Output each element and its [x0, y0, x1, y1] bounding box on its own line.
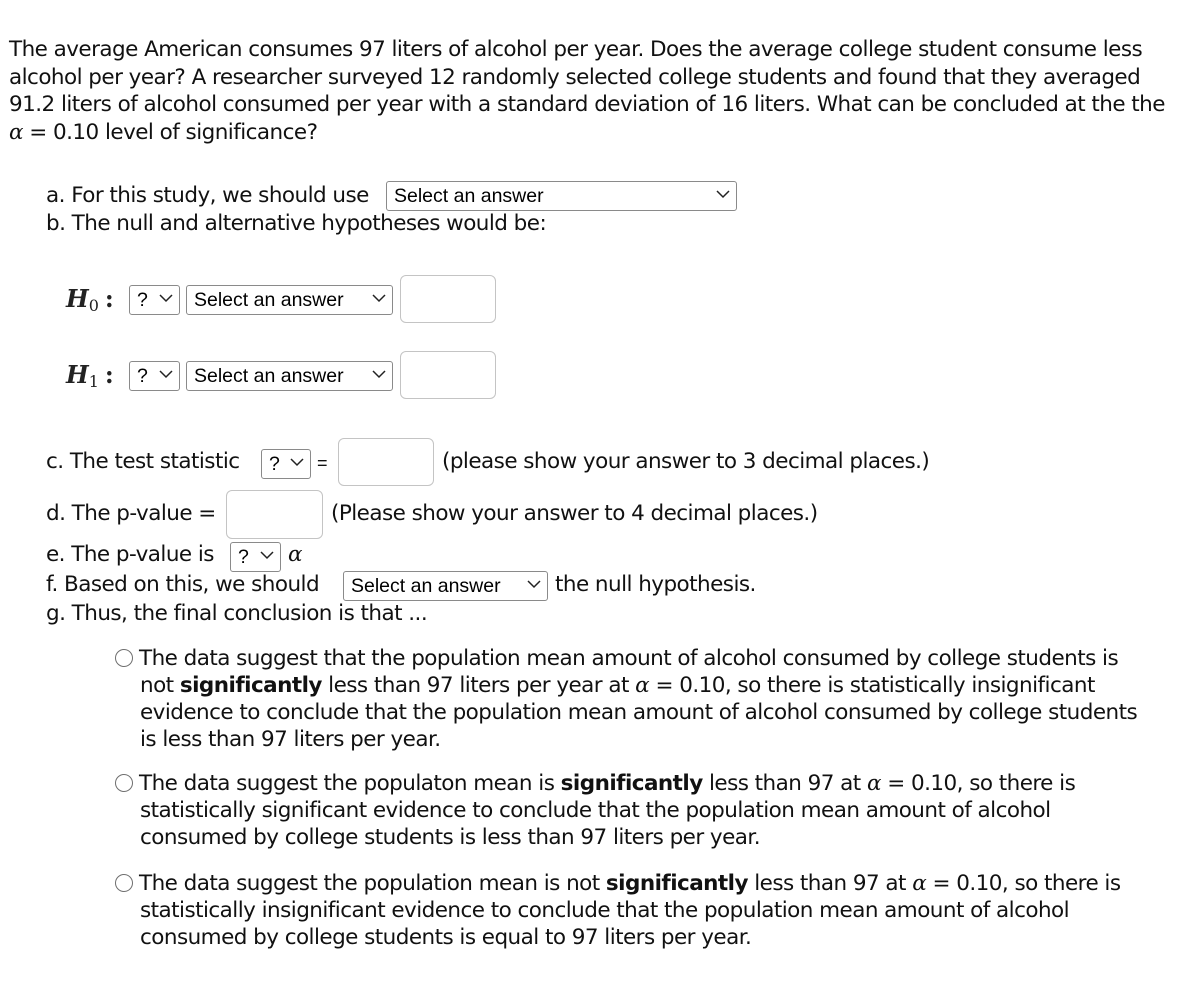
radio-button[interactable]	[115, 874, 133, 892]
part-e-label: e. The p-value is	[46, 542, 214, 567]
part-c-label: c. The test statistic	[46, 449, 240, 474]
question-prompt: The average American consumes 97 liters …	[9, 36, 1179, 146]
radio-button[interactable]	[115, 774, 133, 792]
study-type-select[interactable]: Select an answer	[386, 181, 737, 211]
equals-sign: =	[317, 453, 328, 473]
test-statistic-hint: (please show your answer to 3 decimal pl…	[442, 449, 930, 474]
part-b-label: b. The null and alternative hypotheses w…	[46, 211, 547, 236]
p-value-comparison-select[interactable]: ?	[230, 542, 281, 572]
study-type-select-value: Select an answer	[394, 185, 544, 207]
chevron-down-icon	[260, 547, 274, 563]
conclusion-option[interactable]: The data suggest the population mean is …	[115, 870, 1155, 951]
test-statistic-select-value: ?	[269, 453, 280, 475]
h1-operator-select-value: Select an answer	[194, 365, 344, 387]
test-statistic-select[interactable]: ?	[261, 449, 311, 479]
prompt-text-2: = 0.10 level of significance?	[22, 119, 318, 145]
p-value-input[interactable]	[226, 490, 323, 539]
chevron-down-icon	[716, 186, 730, 202]
h0-operator-select[interactable]: Select an answer	[186, 285, 393, 315]
part-d-label: d. The p-value =	[46, 501, 216, 526]
chevron-down-icon	[372, 366, 386, 382]
chevron-down-icon	[290, 454, 304, 470]
prompt-text-1: The average American consumes 97 liters …	[9, 37, 1165, 117]
p-value-comparison-select-value: ?	[238, 546, 249, 568]
h0-parameter-select-value: ?	[137, 289, 148, 311]
h1-parameter-select[interactable]: ?	[129, 361, 180, 391]
decision-select[interactable]: Select an answer	[343, 571, 548, 601]
conclusion-option[interactable]: The data suggest that the population mea…	[115, 645, 1155, 753]
part-a-label: a. For this study, we should use	[46, 183, 369, 208]
decision-select-value: Select an answer	[351, 575, 501, 597]
h0-label: H0:	[66, 284, 114, 315]
h0-operator-select-value: Select an answer	[194, 289, 344, 311]
h1-parameter-select-value: ?	[137, 365, 148, 387]
p-value-hint: (Please show your answer to 4 decimal pl…	[331, 501, 818, 526]
alpha-symbol: α	[9, 119, 24, 145]
conclusion-option[interactable]: The data suggest the populaton mean is s…	[115, 770, 1155, 851]
chevron-down-icon	[159, 290, 173, 306]
h1-value-input[interactable]	[400, 351, 496, 399]
h1-label: H1:	[66, 360, 114, 391]
alpha-symbol: α	[288, 542, 303, 567]
h0-value-input[interactable]	[400, 275, 496, 323]
chevron-down-icon	[527, 576, 541, 592]
part-g-label: g. Thus, the final conclusion is that ..…	[46, 601, 428, 626]
h0-parameter-select[interactable]: ?	[129, 285, 180, 315]
part-f-label: f. Based on this, we should	[46, 572, 320, 597]
h1-operator-select[interactable]: Select an answer	[186, 361, 393, 391]
test-statistic-input[interactable]	[338, 438, 434, 486]
chevron-down-icon	[159, 366, 173, 382]
part-f-suffix: the null hypothesis.	[555, 572, 756, 597]
radio-button[interactable]	[115, 649, 133, 667]
chevron-down-icon	[372, 290, 386, 306]
